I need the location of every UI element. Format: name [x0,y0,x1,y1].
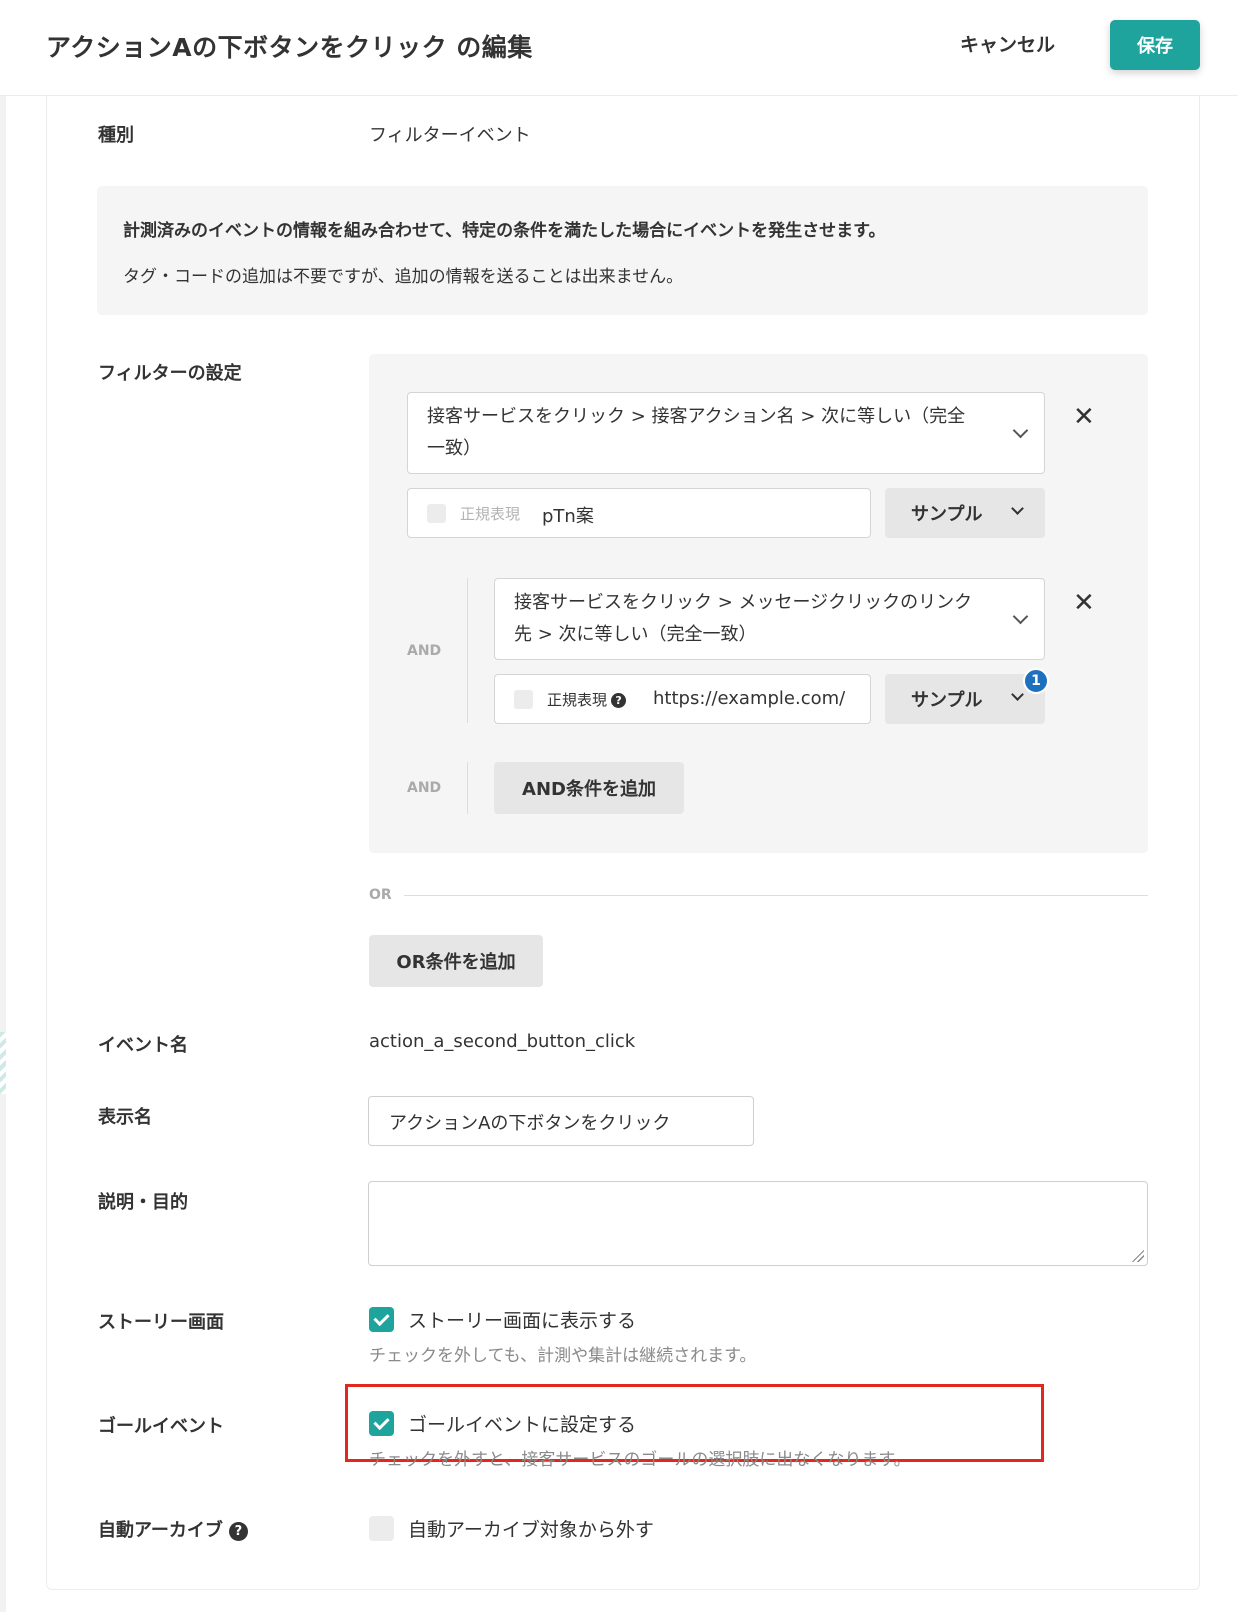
chevron-down-icon [1012,608,1029,625]
goal-checkbox[interactable] [369,1411,394,1436]
condition-select-1-line2: 一致） [427,438,481,459]
and-connector-line [467,762,468,814]
condition-value-1: pTn案 [542,506,594,527]
condition-select-1-line1: 接客サービスをクリック > 接客アクション名 > 次に等しい（完全 [427,406,966,427]
info-description-bold: 計測済みのイベントの情報を組み合わせて、特定の条件を満たした場合にイベントを発生… [123,221,886,241]
page-header: アクションAの下ボタンをクリック の編集 キャンセル 保存 [0,0,1238,96]
sample-dropdown-button-1[interactable]: サンプル [885,488,1045,538]
cancel-button[interactable]: キャンセル [960,30,1055,57]
chevron-down-icon [1012,422,1029,439]
condition-select-1[interactable]: 接客サービスをクリック > 接客アクション名 > 次に等しい（完全 一致） [407,392,1045,474]
info-description: タグ・コードの追加は不要ですが、追加の情報を送ることは出来ません。 [123,267,684,287]
background-hatch [0,1032,6,1094]
sample-label-2: サンプル [911,690,983,711]
description-label: 説明・目的 [98,1192,188,1213]
story-label: ストーリー画面 [98,1312,224,1333]
regex-label-2-text: 正規表現 [547,691,608,709]
sample-label-1: サンプル [911,504,983,525]
condition-value-input-1[interactable]: 正規表現 pTn案 [407,488,871,538]
add-or-condition-button[interactable]: OR条件を追加 [369,935,543,987]
event-name-label: イベント名 [98,1035,188,1056]
type-value: フィルターイベント [369,125,531,146]
goal-hint: チェックを外すと、接客サービスのゴールの選択肢に出なくなります。 [369,1450,911,1470]
or-separator-line [404,895,1148,896]
display-name-label: 表示名 [98,1107,152,1128]
chevron-down-icon [1011,688,1024,701]
story-checkbox[interactable] [369,1307,394,1332]
auto-archive-label: 自動アーカイブ? [98,1516,248,1542]
story-checkbox-label[interactable]: ストーリー画面に表示する [408,1306,636,1333]
condition-select-2-line1: 接客サービスをクリック > メッセージクリックのリンク [514,592,973,613]
and-connector-label: AND [407,643,442,659]
or-separator-label: OR [369,887,392,903]
condition-value-input-2[interactable]: 正規表現? https://example.com/ [494,674,871,724]
resize-handle-icon[interactable] [1132,1250,1144,1262]
goal-checkbox-label[interactable]: ゴールイベントに設定する [408,1410,636,1437]
event-name-value: action_a_second_button_click [369,1031,636,1052]
info-box: 計測済みのイベントの情報を組み合わせて、特定の条件を満たした場合にイベントを発生… [97,186,1148,315]
goal-event-label: ゴールイベント [98,1416,224,1437]
type-label: 種別 [98,125,134,146]
condition-value-2: https://example.com/ [653,688,846,709]
auto-archive-checkbox-label[interactable]: 自動アーカイブ対象から外す [408,1515,654,1542]
regex-checkbox-1[interactable] [427,504,446,523]
auto-archive-label-text: 自動アーカイブ [98,1520,223,1541]
and-connector-line [467,578,468,723]
condition-select-2-line2: 先 > 次に等しい（完全一致） [514,624,757,645]
remove-condition-1-close-icon[interactable]: ✕ [1073,404,1095,430]
story-hint: チェックを外しても、計測や集計は継続されます。 [369,1346,757,1366]
help-icon[interactable]: ? [611,693,627,708]
background-strip [0,96,6,1612]
regex-label-2: 正規表現? [547,689,627,710]
sample-dropdown-button-2[interactable]: サンプル [885,674,1045,724]
display-name-input[interactable]: アクションAの下ボタンをクリック [368,1096,754,1146]
help-icon[interactable]: ? [228,1522,248,1541]
and-connector-label: AND [407,780,442,796]
auto-archive-checkbox[interactable] [369,1516,394,1541]
regex-checkbox-2[interactable] [514,690,533,709]
sample-count-badge: 1 [1023,668,1049,694]
save-button[interactable]: 保存 [1110,20,1200,70]
add-and-condition-button[interactable]: AND条件を追加 [494,762,684,814]
chevron-down-icon [1011,502,1024,515]
description-textarea[interactable] [368,1181,1148,1266]
regex-label-1: 正規表現 [460,505,521,523]
page-title: アクションAの下ボタンをクリック の編集 [46,33,533,62]
filter-settings-label: フィルターの設定 [98,363,242,384]
condition-select-2[interactable]: 接客サービスをクリック > メッセージクリックのリンク 先 > 次に等しい（完全… [494,578,1045,660]
remove-condition-2-close-icon[interactable]: ✕ [1073,590,1095,616]
